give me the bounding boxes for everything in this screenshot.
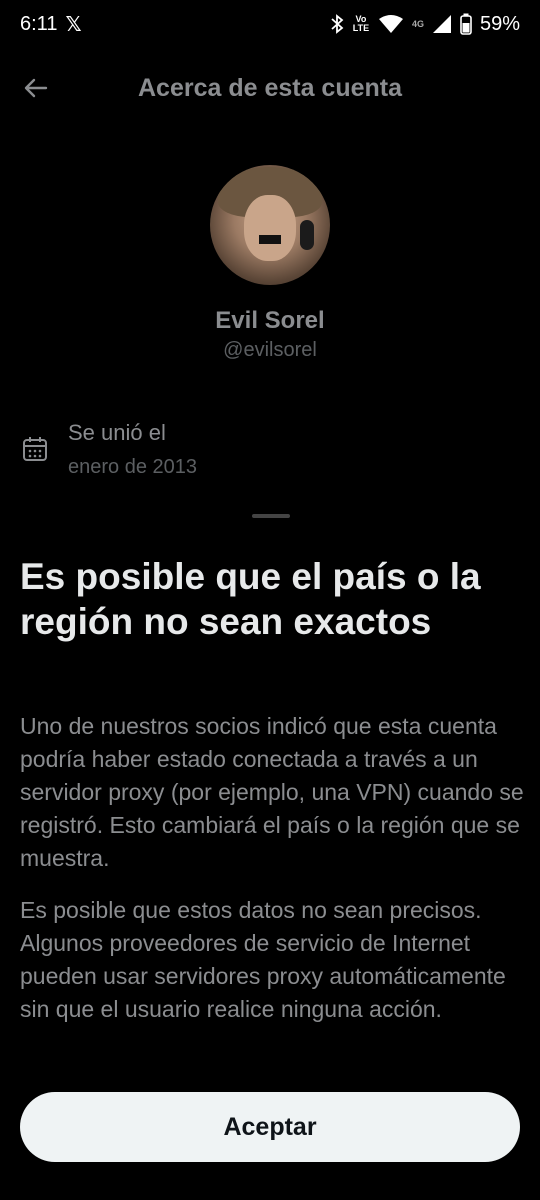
avatar	[210, 165, 330, 285]
sheet-paragraph-2: Es posible que estos datos no sean preci…	[20, 897, 506, 1022]
battery-percent: 59%	[479, 12, 520, 35]
sheet-drag-handle[interactable]	[252, 514, 290, 518]
arrow-left-icon[interactable]	[22, 74, 50, 102]
network-type: 4G	[411, 18, 424, 29]
joined-text: Se unió el enero de 2013	[68, 420, 197, 479]
wifi-icon	[378, 15, 403, 33]
battery-icon	[460, 13, 472, 35]
page-title: Acerca de esta cuenta	[137, 73, 403, 102]
profile-name: Evil Sorel	[215, 307, 325, 334]
bottom-sheet: Es posible que el país o la región no se…	[0, 500, 540, 1200]
profile-section: Evil Sorel @evilsorel	[0, 165, 540, 362]
profile-handle: @evilsorel	[223, 339, 317, 361]
joined-value: enero de 2013	[68, 456, 198, 478]
status-time: 6:11	[20, 12, 58, 35]
joined-row: Se unió el enero de 2013	[22, 420, 197, 479]
bluetooth-icon	[331, 14, 344, 34]
status-bar: 6:11 𝕏 Vo LTE 4G 59%	[0, 0, 540, 48]
calendar-icon	[23, 437, 47, 461]
volte-icon: Vo LTE	[352, 14, 370, 33]
x-logo-icon: 𝕏	[65, 13, 82, 36]
status-right: Vo LTE 4G 59%	[330, 13, 520, 36]
sheet-title: Es posible que el país o la región no se…	[20, 556, 481, 642]
status-left: 6:11 𝕏	[20, 12, 82, 37]
app-header: Acerca de esta cuenta	[0, 60, 540, 116]
joined-label: Se unió el	[68, 420, 166, 445]
signal-icon	[432, 15, 451, 33]
accept-button[interactable]: Aceptar	[20, 1092, 520, 1162]
sheet-paragraph-1: Uno de nuestros socios indicó que esta c…	[20, 713, 524, 871]
